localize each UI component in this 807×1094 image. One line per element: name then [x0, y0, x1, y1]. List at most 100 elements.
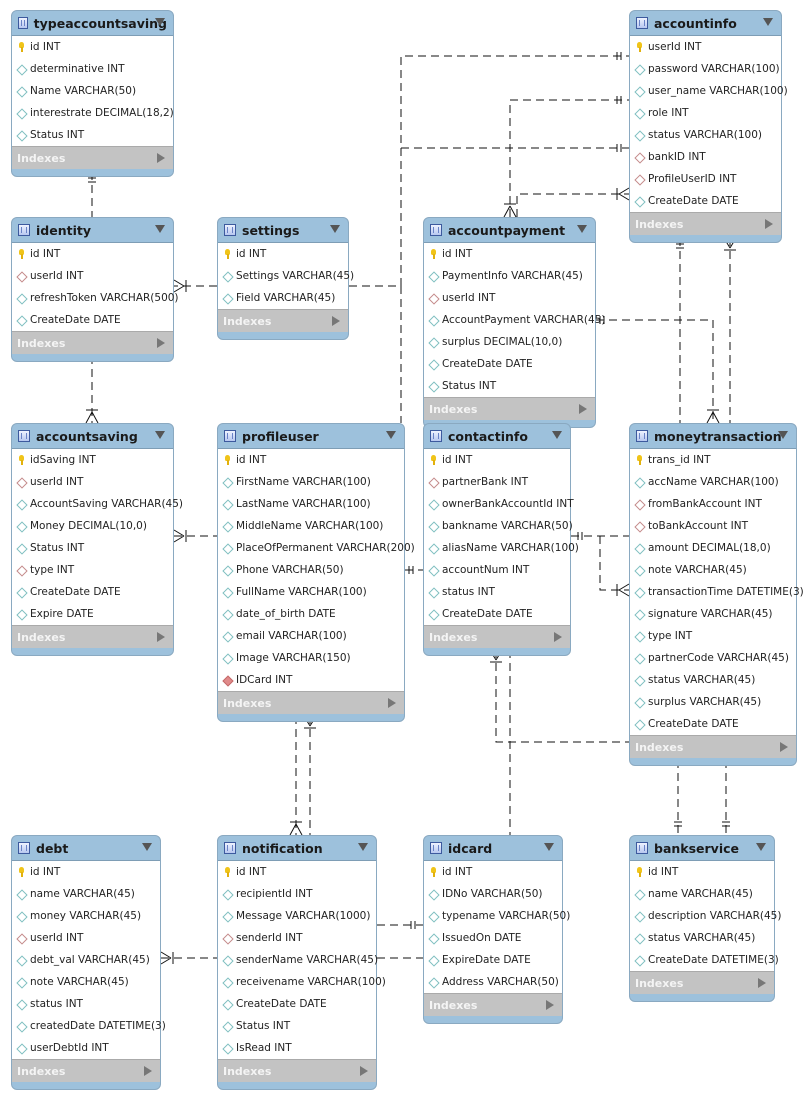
- table-notification[interactable]: notification id INT recipientId INT Mess…: [217, 835, 386, 1090]
- column-row[interactable]: accountNum INT: [424, 559, 570, 581]
- expand-arrow-icon[interactable]: [780, 742, 788, 752]
- column-row[interactable]: ProfileUserID INT: [630, 168, 781, 190]
- column-row[interactable]: accName VARCHAR(100): [630, 471, 796, 493]
- indexes-section[interactable]: Indexes: [12, 331, 173, 354]
- expand-arrow-icon[interactable]: [546, 1000, 554, 1010]
- expand-arrow-icon[interactable]: [144, 1066, 152, 1076]
- column-row[interactable]: id INT: [218, 861, 376, 883]
- column-row[interactable]: id INT: [424, 243, 595, 265]
- column-row[interactable]: type INT: [12, 559, 173, 581]
- column-row[interactable]: type INT: [630, 625, 796, 647]
- column-row[interactable]: note VARCHAR(45): [630, 559, 796, 581]
- column-row[interactable]: refreshToken VARCHAR(500): [12, 287, 179, 309]
- column-row[interactable]: description VARCHAR(45): [630, 905, 781, 927]
- collapse-toggle-icon[interactable]: [142, 843, 152, 851]
- column-row[interactable]: surplus VARCHAR(45): [630, 691, 796, 713]
- column-row[interactable]: CreateDate DATE: [218, 993, 376, 1015]
- collapse-toggle-icon[interactable]: [358, 843, 368, 851]
- column-row[interactable]: Image VARCHAR(150): [218, 647, 404, 669]
- column-row[interactable]: id INT: [424, 449, 570, 471]
- indexes-section[interactable]: Indexes: [630, 971, 774, 994]
- column-row[interactable]: userId INT: [630, 36, 781, 58]
- column-row[interactable]: senderId INT: [218, 927, 376, 949]
- table-accountpayment[interactable]: accountpayment id INT PaymentInfo VARCHA…: [423, 217, 605, 428]
- column-row[interactable]: ownerBankAccountId INT: [424, 493, 574, 515]
- table-header[interactable]: typeaccountsaving: [12, 11, 173, 35]
- table-header[interactable]: notification: [218, 836, 376, 860]
- column-row[interactable]: trans_id INT: [630, 449, 796, 471]
- table-header[interactable]: debt: [12, 836, 160, 860]
- column-row[interactable]: Settings VARCHAR(45): [218, 265, 354, 287]
- column-row[interactable]: id INT: [12, 36, 173, 58]
- table-identity[interactable]: identity id INT userId INT refreshToken …: [11, 217, 179, 362]
- column-row[interactable]: CreateDate DATE: [424, 353, 595, 375]
- column-row[interactable]: FirstName VARCHAR(100): [218, 471, 404, 493]
- column-row[interactable]: user_name VARCHAR(100): [630, 80, 788, 102]
- table-bankservice[interactable]: bankservice id INT name VARCHAR(45) desc…: [629, 835, 781, 1002]
- table-header[interactable]: accountpayment: [424, 218, 595, 242]
- collapse-toggle-icon[interactable]: [155, 225, 165, 233]
- indexes-section[interactable]: Indexes: [218, 309, 348, 332]
- column-row[interactable]: userId INT: [424, 287, 595, 309]
- column-row[interactable]: AccountSaving VARCHAR(45): [12, 493, 183, 515]
- table-header[interactable]: profileuser: [218, 424, 404, 448]
- column-row[interactable]: debt_val VARCHAR(45): [12, 949, 160, 971]
- table-header[interactable]: accountsaving: [12, 424, 173, 448]
- collapse-toggle-icon[interactable]: [330, 225, 340, 233]
- column-row[interactable]: IssuedOn DATE: [424, 927, 562, 949]
- column-row[interactable]: partnerBank INT: [424, 471, 570, 493]
- column-row[interactable]: userId INT: [12, 927, 160, 949]
- expand-arrow-icon[interactable]: [332, 316, 340, 326]
- column-row[interactable]: recipientId INT: [218, 883, 376, 905]
- column-row[interactable]: PaymentInfo VARCHAR(45): [424, 265, 595, 287]
- collapse-toggle-icon[interactable]: [756, 843, 766, 851]
- column-row[interactable]: signature VARCHAR(45): [630, 603, 796, 625]
- expand-arrow-icon[interactable]: [388, 698, 396, 708]
- column-row[interactable]: receivename VARCHAR(100): [218, 971, 386, 993]
- column-row[interactable]: CreateDate DATE: [630, 190, 781, 212]
- table-accountsaving[interactable]: accountsaving idSaving INT userId INT Ac…: [11, 423, 183, 656]
- column-row[interactable]: userId INT: [12, 471, 173, 493]
- indexes-section[interactable]: Indexes: [630, 735, 796, 758]
- column-row[interactable]: CreateDate DATETIME(3): [630, 949, 779, 971]
- table-idcard[interactable]: idcard id INT IDNo VARCHAR(50) typename …: [423, 835, 570, 1024]
- column-row[interactable]: Status INT: [424, 375, 595, 397]
- indexes-section[interactable]: Indexes: [424, 625, 570, 648]
- column-row[interactable]: userDebtId INT: [12, 1037, 160, 1059]
- table-accountinfo[interactable]: accountinfo userId INT password VARCHAR(…: [629, 10, 788, 243]
- column-row[interactable]: role INT: [630, 102, 781, 124]
- table-moneytransaction[interactable]: moneytransaction trans_id INT accName VA…: [629, 423, 804, 766]
- column-row[interactable]: ExpireDate DATE: [424, 949, 562, 971]
- column-row[interactable]: status VARCHAR(100): [630, 124, 781, 146]
- column-row[interactable]: Money DECIMAL(10,0): [12, 515, 173, 537]
- table-header[interactable]: moneytransaction: [630, 424, 796, 448]
- column-row[interactable]: name VARCHAR(45): [630, 883, 774, 905]
- column-row[interactable]: Status INT: [12, 124, 173, 146]
- indexes-section[interactable]: Indexes: [424, 993, 562, 1016]
- column-row[interactable]: Field VARCHAR(45): [218, 287, 348, 309]
- column-row[interactable]: date_of_birth DATE: [218, 603, 404, 625]
- column-row[interactable]: AccountPayment VARCHAR(45): [424, 309, 605, 331]
- column-row[interactable]: Address VARCHAR(50): [424, 971, 562, 993]
- table-header[interactable]: contactinfo: [424, 424, 570, 448]
- table-header[interactable]: identity: [12, 218, 173, 242]
- column-row[interactable]: id INT: [218, 449, 404, 471]
- column-row[interactable]: IDNo VARCHAR(50): [424, 883, 562, 905]
- column-row[interactable]: Status INT: [12, 537, 173, 559]
- column-row[interactable]: CreateDate DATE: [12, 309, 173, 331]
- column-row[interactable]: id INT: [12, 861, 160, 883]
- column-row[interactable]: surplus DECIMAL(10,0): [424, 331, 595, 353]
- column-row[interactable]: LastName VARCHAR(100): [218, 493, 404, 515]
- column-row[interactable]: idSaving INT: [12, 449, 173, 471]
- table-header[interactable]: bankservice: [630, 836, 774, 860]
- column-row[interactable]: Status INT: [218, 1015, 376, 1037]
- expand-arrow-icon[interactable]: [765, 219, 773, 229]
- column-row[interactable]: Message VARCHAR(1000): [218, 905, 376, 927]
- column-row[interactable]: Name VARCHAR(50): [12, 80, 173, 102]
- table-settings[interactable]: settings id INT Settings VARCHAR(45) Fie…: [217, 217, 354, 340]
- expand-arrow-icon[interactable]: [758, 978, 766, 988]
- column-row[interactable]: determinative INT: [12, 58, 173, 80]
- indexes-section[interactable]: Indexes: [218, 691, 404, 714]
- table-header[interactable]: accountinfo: [630, 11, 781, 35]
- column-row[interactable]: senderName VARCHAR(45): [218, 949, 378, 971]
